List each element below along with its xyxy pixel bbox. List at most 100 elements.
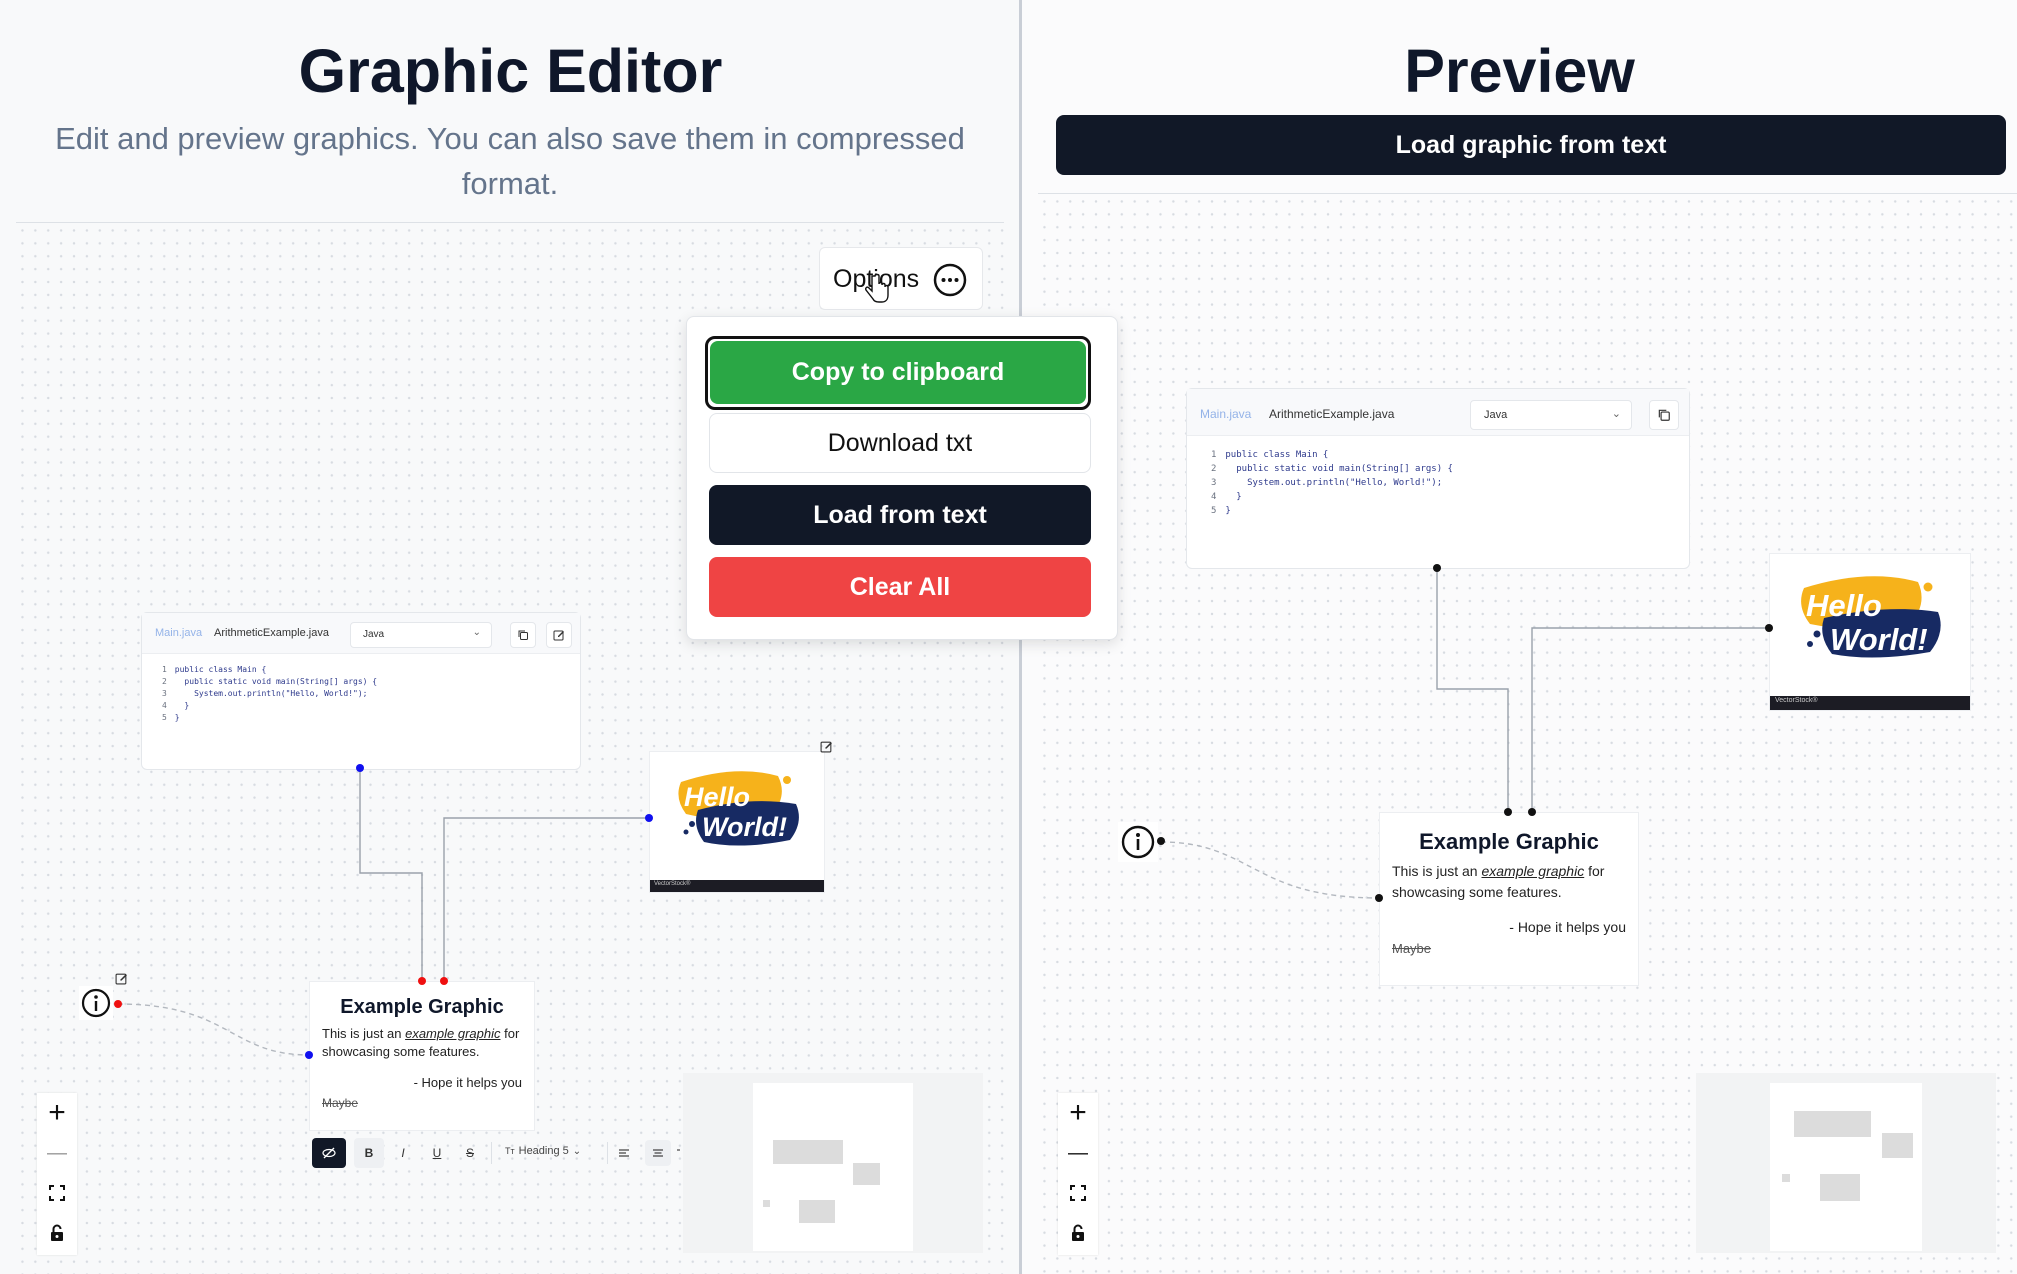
language-select-value: Java	[363, 629, 385, 640]
zoom-in-button[interactable]: +	[37, 1093, 77, 1133]
line-text: System.out.println("Hello, World!");	[1225, 478, 1443, 488]
code-line: 3 System.out.println("Hello, World!");	[162, 688, 580, 700]
eye-off-icon[interactable]	[312, 1138, 346, 1168]
text-node[interactable]: Example Graphic This is just an example …	[309, 981, 535, 1131]
heading-select[interactable]: Tт Heading 5 ⌄	[505, 1145, 581, 1157]
info-node[interactable]	[79, 986, 113, 1020]
zoom-out-button[interactable]: —	[37, 1133, 77, 1173]
image-edit-icon[interactable]	[820, 740, 833, 756]
fit-view-icon[interactable]	[37, 1173, 77, 1213]
line-number: 2	[1211, 464, 1217, 474]
info-edit-icon[interactable]	[115, 972, 128, 990]
connection-handle[interactable]	[305, 1051, 313, 1059]
preview-info-node	[1118, 822, 1158, 862]
load-from-text-button[interactable]: Load from text	[709, 485, 1091, 545]
code-line: 5}	[162, 712, 580, 724]
line-number: 4	[162, 701, 167, 710]
info-icon	[81, 988, 111, 1018]
code-node-header: Main.java ArithmeticExample.java Java ⌄	[142, 613, 580, 654]
options-button[interactable]: Options	[819, 247, 983, 310]
heading-select-value: Heading 5	[518, 1145, 569, 1157]
toolbar-separator	[607, 1142, 608, 1164]
connection-handle[interactable]	[645, 814, 653, 822]
fit-view-icon[interactable]	[1058, 1173, 1098, 1213]
bold-button[interactable]: B	[354, 1138, 384, 1168]
edit-icon[interactable]	[546, 622, 572, 648]
underline-button[interactable]: U	[422, 1138, 452, 1168]
tab-arithmetic-example[interactable]: ArithmeticExample.java	[214, 627, 329, 639]
example-graphic-link[interactable]: example graphic	[405, 1026, 500, 1041]
align-center-icon[interactable]	[645, 1140, 671, 1166]
more-horizontal-icon	[933, 263, 967, 297]
line-text: System.out.println("Hello, World!");	[174, 689, 368, 698]
copy-icon[interactable]	[1649, 400, 1679, 430]
connection-handle[interactable]	[114, 1000, 122, 1008]
chevron-down-icon: ⌄	[1611, 408, 1621, 420]
preview-hello-world-image: Hello World! VectorStock®	[1769, 553, 1971, 711]
zoom-out-button[interactable]: —	[1058, 1133, 1098, 1173]
hello-world-image-node[interactable]: Hello World! VectorStock®	[649, 751, 825, 893]
preview-code-node: Main.java ArithmeticExample.java Java ⌄ …	[1186, 388, 1690, 569]
connection-handle[interactable]	[356, 764, 364, 772]
italic-button[interactable]: I	[388, 1138, 418, 1168]
minimap[interactable]	[683, 1073, 983, 1253]
line-text: }	[174, 713, 180, 722]
language-select-value: Java	[1484, 409, 1508, 421]
canvas-controls: + —	[37, 1093, 77, 1255]
code-node[interactable]: Main.java ArithmeticExample.java Java ⌄ …	[141, 612, 581, 770]
code-line: 1 public class Main {	[162, 664, 580, 676]
line-text: }	[1225, 506, 1231, 516]
body-text: This is just an	[322, 1026, 406, 1041]
tab-main-java[interactable]: Main.java	[155, 627, 202, 639]
code-line: 4 }	[162, 700, 580, 712]
connection-handle	[1375, 894, 1383, 902]
download-txt-button[interactable]: Download txt	[709, 413, 1091, 473]
minimap-node	[1882, 1133, 1913, 1158]
copy-icon[interactable]	[510, 622, 536, 648]
line-text: public static void main(String[] args) {	[1225, 464, 1453, 474]
struck-text: Maybe	[322, 1096, 359, 1110]
chevron-down-icon: ⌄	[472, 627, 481, 638]
minimap-node	[1782, 1174, 1790, 1182]
connection-handle[interactable]	[440, 977, 448, 985]
line-number: 4	[1211, 492, 1217, 502]
strikethrough-button[interactable]: S	[455, 1138, 485, 1168]
text-size-icon: Tт	[505, 1146, 515, 1156]
signoff-text: - Hope it helps you	[1509, 919, 1626, 935]
connection-handle	[1765, 624, 1773, 632]
vectorstock-brand: VectorStock®	[1775, 697, 1818, 704]
connection-handle	[1433, 564, 1441, 572]
connection-handle	[1528, 808, 1536, 816]
line-number: 5	[162, 713, 167, 722]
line-number: 3	[1211, 478, 1217, 488]
preview-minimap[interactable]	[1696, 1073, 1996, 1253]
lock-icon[interactable]	[1058, 1213, 1098, 1253]
preview-code-header: Main.java ArithmeticExample.java Java ⌄	[1187, 389, 1689, 436]
world-text: World!	[1830, 622, 1928, 657]
line-number: 1	[162, 665, 167, 674]
code-line: 4 }	[1211, 490, 1689, 504]
align-right-icon[interactable]	[676, 1144, 680, 1162]
hello-text: Hello	[684, 782, 751, 812]
tab-main-java: Main.java	[1200, 407, 1252, 421]
connection-handle[interactable]	[418, 977, 426, 985]
align-left-icon[interactable]	[615, 1144, 633, 1162]
line-number: 1	[1211, 450, 1217, 460]
language-select[interactable]: Java ⌄	[350, 622, 492, 648]
line-text: public class Main {	[174, 665, 267, 674]
code-body: 1 public class Main {2 public static void…	[142, 654, 580, 724]
language-select[interactable]: Java ⌄	[1470, 400, 1632, 430]
zoom-in-button[interactable]: +	[1058, 1093, 1098, 1133]
lock-icon[interactable]	[37, 1213, 77, 1253]
code-body: 1 public class Main { 2 public static void…	[1187, 436, 1689, 518]
line-number: 5	[1211, 506, 1217, 516]
minimap-viewport	[1770, 1083, 1922, 1251]
line-text: public static void main(String[] args) {	[174, 677, 378, 686]
text-node-title: Example Graphic	[1419, 829, 1599, 854]
line-number: 3	[162, 689, 167, 698]
copy-to-clipboard-button[interactable]: Copy to clipboard	[710, 341, 1086, 404]
clear-all-button[interactable]: Clear All	[709, 557, 1091, 617]
preview-canvas-controls: + —	[1058, 1093, 1098, 1255]
text-node-title: Example Graphic	[340, 996, 504, 1018]
line-text: public class Main {	[1225, 450, 1329, 460]
